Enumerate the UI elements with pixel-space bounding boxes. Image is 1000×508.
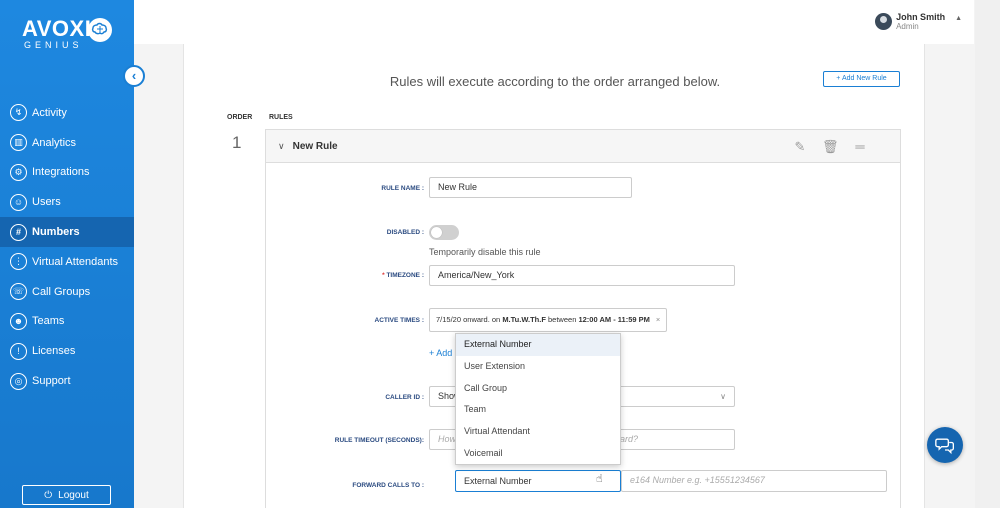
- virtual-attendants-icon: ⋮: [10, 253, 27, 271]
- add-new-rule-button[interactable]: + Add New Rule: [823, 71, 900, 87]
- licenses-icon: !: [10, 342, 27, 360]
- active-time-chip[interactable]: 7/15/20 onward. on M.Tu.W.Th.F between 1…: [429, 308, 668, 332]
- add-active-time-link[interactable]: + Add: [429, 348, 452, 358]
- forward-calls-to-label: FORWARD CALLS TO :: [352, 482, 424, 489]
- rule-timeout-placeholder-tail: ard?: [620, 434, 639, 444]
- rule-name-input[interactable]: New Rule: [429, 177, 632, 198]
- power-icon: ⏻: [44, 489, 53, 501]
- user-menu[interactable]: John Smith Admin ▲: [875, 12, 962, 32]
- right-gutter: [975, 0, 1000, 508]
- active-time-date: 7/15/20 onward. on: [436, 315, 503, 324]
- sidebar-item-activity[interactable]: ↯ Activity: [0, 98, 134, 128]
- timezone-label: * TIMEZONE :: [264, 272, 424, 279]
- disabled-help-text: Temporarily disable this rule: [429, 247, 541, 257]
- user-name: John Smith: [896, 12, 946, 22]
- avoxi-genius-logo[interactable]: AVOXI GENIUS: [22, 18, 114, 52]
- activity-icon: ↯: [10, 104, 27, 122]
- dropdown-option-user-extension[interactable]: User Extension: [456, 356, 620, 378]
- sidebar-item-analytics[interactable]: ▥ Analytics: [0, 128, 134, 158]
- sidebar-item-call-groups[interactable]: ☏ Call Groups: [0, 277, 134, 307]
- rule-name-label: RULE NAME :: [381, 185, 424, 192]
- timezone-input[interactable]: America/New_York: [429, 265, 735, 286]
- rule-timeout-placeholder: How: [438, 434, 457, 444]
- caller-id-label: CALLER ID :: [385, 394, 424, 401]
- timezone-label-text: TIMEZONE :: [386, 272, 424, 279]
- rules-column-header: RULES: [269, 114, 293, 121]
- numbers-icon: #: [10, 223, 27, 241]
- dropdown-option-call-group[interactable]: Call Group: [456, 378, 620, 400]
- brain-icon: [88, 18, 112, 42]
- hand-cursor-icon: ☝: [596, 473, 603, 485]
- sidebar-item-teams[interactable]: ☻ Teams: [0, 307, 134, 337]
- dropdown-option-voicemail[interactable]: Voicemail: [456, 443, 620, 465]
- sidebar-item-label: Licenses: [32, 345, 76, 358]
- sidebar-nav: ↯ Activity ▥ Analytics ⚙ Integrations ☺ …: [0, 98, 134, 396]
- sidebar-item-integrations[interactable]: ⚙ Integrations: [0, 158, 134, 188]
- caret-up-icon: ▲: [955, 15, 962, 22]
- sidebar-item-label: Numbers: [32, 226, 80, 239]
- teams-icon: ☻: [10, 312, 27, 330]
- users-icon: ☺: [10, 193, 27, 211]
- chevron-left-icon: ‹: [131, 68, 137, 83]
- call-groups-icon: ☏: [10, 283, 27, 301]
- logout-label: Logout: [58, 489, 89, 501]
- sidebar-item-numbers[interactable]: # Numbers: [0, 217, 134, 247]
- chat-bubbles-icon: [935, 438, 954, 455]
- sidebar-item-label: Teams: [32, 315, 65, 328]
- rule-order-number: 1: [232, 133, 242, 152]
- forward-calls-to-dropdown: External Number User Extension Call Grou…: [455, 333, 621, 465]
- rule-timeout-label: RULE TIMEOUT (SECONDS):: [334, 437, 424, 444]
- dropdown-option-external-number[interactable]: External Number: [456, 334, 620, 356]
- analytics-icon: ▥: [10, 134, 27, 152]
- sidebar-item-label: Integrations: [32, 166, 90, 179]
- sidebar-item-label: Call Groups: [32, 285, 91, 298]
- chevron-down-icon[interactable]: ∨: [278, 141, 285, 152]
- sidebar-item-label: Users: [32, 196, 61, 209]
- sidebar-item-label: Analytics: [32, 136, 77, 149]
- chat-support-button[interactable]: [927, 427, 963, 463]
- chevron-down-icon: ∨: [720, 392, 726, 401]
- top-bar: John Smith Admin ▲: [134, 0, 974, 44]
- support-icon: ◎: [10, 372, 27, 390]
- logout-button[interactable]: ⏻ Logout: [22, 485, 111, 505]
- sidebar-item-licenses[interactable]: ! Licenses: [0, 336, 134, 366]
- trash-icon[interactable]: 🗑: [822, 139, 839, 155]
- rule-title: New Rule: [292, 140, 338, 152]
- edit-icon[interactable]: ✎: [792, 139, 808, 155]
- sidebar: AVOXI GENIUS ↯ Activity ▥ Analytics ⚙ In…: [0, 0, 134, 508]
- sidebar-item-virtual-attendants[interactable]: ⋮ Virtual Attendants: [0, 247, 134, 277]
- sidebar-item-label: Support: [32, 375, 71, 388]
- rule-header[interactable]: ∨ New Rule ✎ 🗑 ═: [266, 130, 900, 163]
- sidebar-item-label: Activity: [32, 106, 67, 119]
- active-time-range: 12:00 AM - 11:59 PM: [578, 315, 650, 324]
- integrations-icon: ⚙: [10, 163, 27, 181]
- disabled-toggle[interactable]: [429, 225, 459, 240]
- sidebar-item-users[interactable]: ☺ Users: [0, 187, 134, 217]
- disabled-label: DISABLED :: [386, 229, 424, 236]
- page-headline: Rules will execute according to the orde…: [389, 74, 721, 89]
- close-icon[interactable]: ×: [656, 315, 660, 324]
- dropdown-option-virtual-attendant[interactable]: Virtual Attendant: [456, 421, 620, 443]
- user-role: Admin: [896, 22, 919, 31]
- sidebar-item-label: Virtual Attendants: [32, 255, 119, 268]
- active-times-label: ACTIVE TIMES :: [374, 317, 424, 324]
- dropdown-option-team[interactable]: Team: [456, 399, 620, 421]
- drag-handle-icon[interactable]: ═: [852, 139, 868, 155]
- active-time-between: between: [545, 315, 579, 324]
- sidebar-item-support[interactable]: ◎ Support: [0, 366, 134, 396]
- collapse-sidebar-button[interactable]: ‹: [123, 65, 145, 87]
- avatar: [875, 13, 893, 30]
- order-column-header: ORDER: [227, 114, 253, 121]
- active-time-days: M.Tu.W.Th.F: [502, 315, 546, 324]
- e164-number-input[interactable]: e164 Number e.g. +15551234567: [621, 470, 887, 492]
